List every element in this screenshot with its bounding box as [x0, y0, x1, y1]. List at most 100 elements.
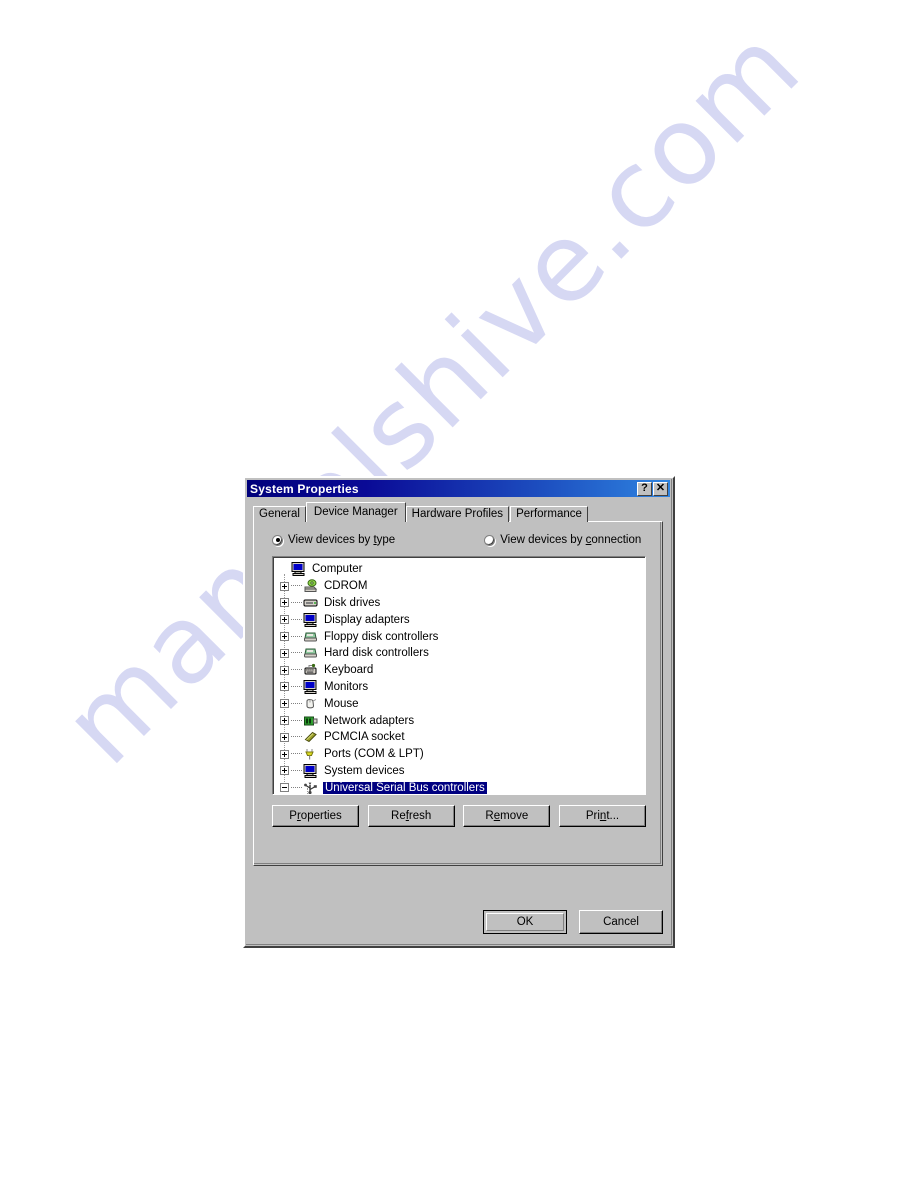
tree-item-label: Ports (COM & LPT) [324, 748, 424, 761]
radio-view-by-type[interactable]: View devices by type [272, 534, 395, 546]
refresh-button[interactable]: Re f resh [367, 805, 455, 827]
computer-icon [291, 562, 307, 577]
help-icon[interactable]: ? [637, 481, 652, 496]
hard-disk-controller-icon [303, 646, 319, 660]
properties-label-pre: P [289, 810, 297, 822]
tree-item-floppy-disk-controllers[interactable]: Floppy disk controllers [274, 628, 645, 645]
tree-item-hard-disk-controllers[interactable]: Hard disk controllers [274, 645, 645, 662]
tree-item-label: PCMCIA socket [324, 731, 405, 744]
expand-plus-icon[interactable] [280, 598, 289, 608]
tree-item-ports[interactable]: Ports (COM & LPT) [274, 746, 645, 763]
device-tree[interactable]: Computer CDROM Disk drives Display adapt… [272, 556, 646, 795]
remove-button[interactable]: Re move [463, 805, 551, 827]
radio-label-connection-pre: View devices by [500, 534, 586, 546]
view-mode-radio-group: View devices by type View devices by con… [272, 534, 652, 546]
tab-strip: General Device Manager Hardware Profiles… [253, 502, 663, 522]
expand-plus-icon[interactable] [280, 615, 289, 625]
tab-hardware-profiles[interactable]: Hardware Profiles [405, 506, 510, 522]
tree-item-pcmcia-socket[interactable]: PCMCIA socket [274, 729, 645, 746]
expand-plus-icon[interactable] [280, 732, 289, 742]
close-icon[interactable]: ✕ [653, 481, 668, 496]
expand-plus-icon[interactable] [280, 682, 289, 692]
dialog-title: System Properties [250, 481, 359, 496]
tree-item-usb-controllers[interactable]: Universal Serial Bus controllers [274, 779, 645, 794]
tree-dash [291, 585, 302, 587]
tree-item-computer[interactable]: Computer [274, 561, 645, 578]
tree-item-label: CDROM [324, 580, 368, 593]
remove-label-pre: R [485, 810, 494, 822]
radio-label-type: View devices by type [288, 534, 395, 546]
tree-item-label: Computer [312, 563, 363, 576]
radio-label-connection: View devices by connection [500, 534, 641, 546]
tree-dash [291, 685, 302, 688]
expand-plus-icon[interactable] [280, 665, 289, 675]
expand-plus-icon[interactable] [280, 632, 289, 642]
expand-plus-icon[interactable] [280, 766, 289, 776]
tree-dash [291, 652, 302, 654]
keyboard-icon [303, 663, 319, 677]
tree-dash [291, 753, 302, 755]
radio-view-by-connection[interactable]: View devices by connection [484, 534, 641, 546]
cancel-button[interactable]: Cancel [579, 910, 663, 934]
disk-drive-icon [303, 596, 319, 610]
mouse-icon [303, 697, 319, 711]
tree-item-label: Floppy disk controllers [324, 630, 439, 643]
radio-label-connection-post: onnection [591, 534, 642, 546]
system-properties-dialog: System Properties ? ✕ General Device Man… [243, 476, 675, 948]
tree-dash [291, 618, 302, 621]
tab-performance[interactable]: Performance [510, 506, 588, 522]
tree-item-label: System devices [324, 764, 405, 777]
tree-dash [291, 669, 302, 671]
device-action-buttons: Pr operties Re f resh Re move Pri n t... [272, 805, 646, 827]
tree-item-disk-drives[interactable]: Disk drives [274, 595, 645, 612]
tree-item-label: Hard disk controllers [324, 647, 429, 660]
tree-dash [291, 702, 302, 705]
tree-dash [291, 635, 302, 638]
tree-dash [291, 786, 302, 789]
tree-item-mouse[interactable]: Mouse [274, 695, 645, 712]
tree-dash [291, 601, 302, 604]
tree-item-label: Network adapters [324, 714, 415, 727]
network-adapter-icon [303, 714, 319, 728]
properties-button[interactable]: Pr operties [272, 805, 359, 827]
tree-item-system-devices[interactable]: System devices [274, 763, 645, 780]
titlebar[interactable]: System Properties ? ✕ [247, 480, 670, 497]
tree-item-display-adapters[interactable]: Display adapters [274, 611, 645, 628]
tree-item-label: Mouse [324, 697, 359, 710]
tab-general[interactable]: General [253, 506, 306, 522]
pcmcia-socket-icon [303, 730, 319, 744]
refresh-label-pre: Re [391, 810, 406, 822]
tree-item-label-selected: Universal Serial Bus controllers [323, 781, 487, 794]
dialog-footer-buttons: OK Cancel [483, 910, 663, 934]
expand-plus-icon[interactable] [280, 749, 289, 759]
remove-label-post: move [500, 810, 529, 822]
tree-item-label: Display adapters [324, 613, 410, 626]
radio-button-icon-connection[interactable] [484, 534, 496, 546]
titlebar-buttons: ? ✕ [637, 481, 668, 496]
tree-item-monitors[interactable]: Monitors [274, 679, 645, 696]
cancel-button-label: Cancel [603, 916, 639, 928]
tree-item-label: Disk drives [324, 596, 381, 609]
properties-label-post: operties [300, 810, 342, 822]
device-manager-panel: View devices by type View devices by con… [253, 521, 663, 866]
expand-plus-icon[interactable] [280, 716, 289, 726]
tree-item-label: Keyboard [324, 664, 374, 677]
tree-item-network-adapters[interactable]: Network adapters [274, 712, 645, 729]
device-tree-inner: Computer CDROM Disk drives Display adapt… [273, 557, 645, 794]
radio-label-type-post: ype [376, 534, 396, 546]
tree-item-label: Monitors [324, 680, 369, 693]
radio-button-icon-type[interactable] [272, 534, 283, 546]
ok-button[interactable]: OK [483, 910, 567, 934]
monitor-icon [303, 679, 319, 694]
print-label-pre: Pri [585, 810, 600, 822]
expand-plus-icon[interactable] [280, 581, 289, 591]
print-button[interactable]: Pri n t... [558, 805, 646, 827]
tree-dash [291, 736, 302, 738]
collapse-minus-icon[interactable] [280, 783, 289, 793]
expand-plus-icon[interactable] [280, 699, 289, 709]
tree-item-keyboard[interactable]: Keyboard [274, 662, 645, 679]
tree-item-cdrom[interactable]: CDROM [274, 578, 645, 595]
expand-plus-icon[interactable] [280, 648, 289, 658]
usb-icon [303, 781, 319, 794]
tab-device-manager[interactable]: Device Manager [305, 502, 406, 522]
